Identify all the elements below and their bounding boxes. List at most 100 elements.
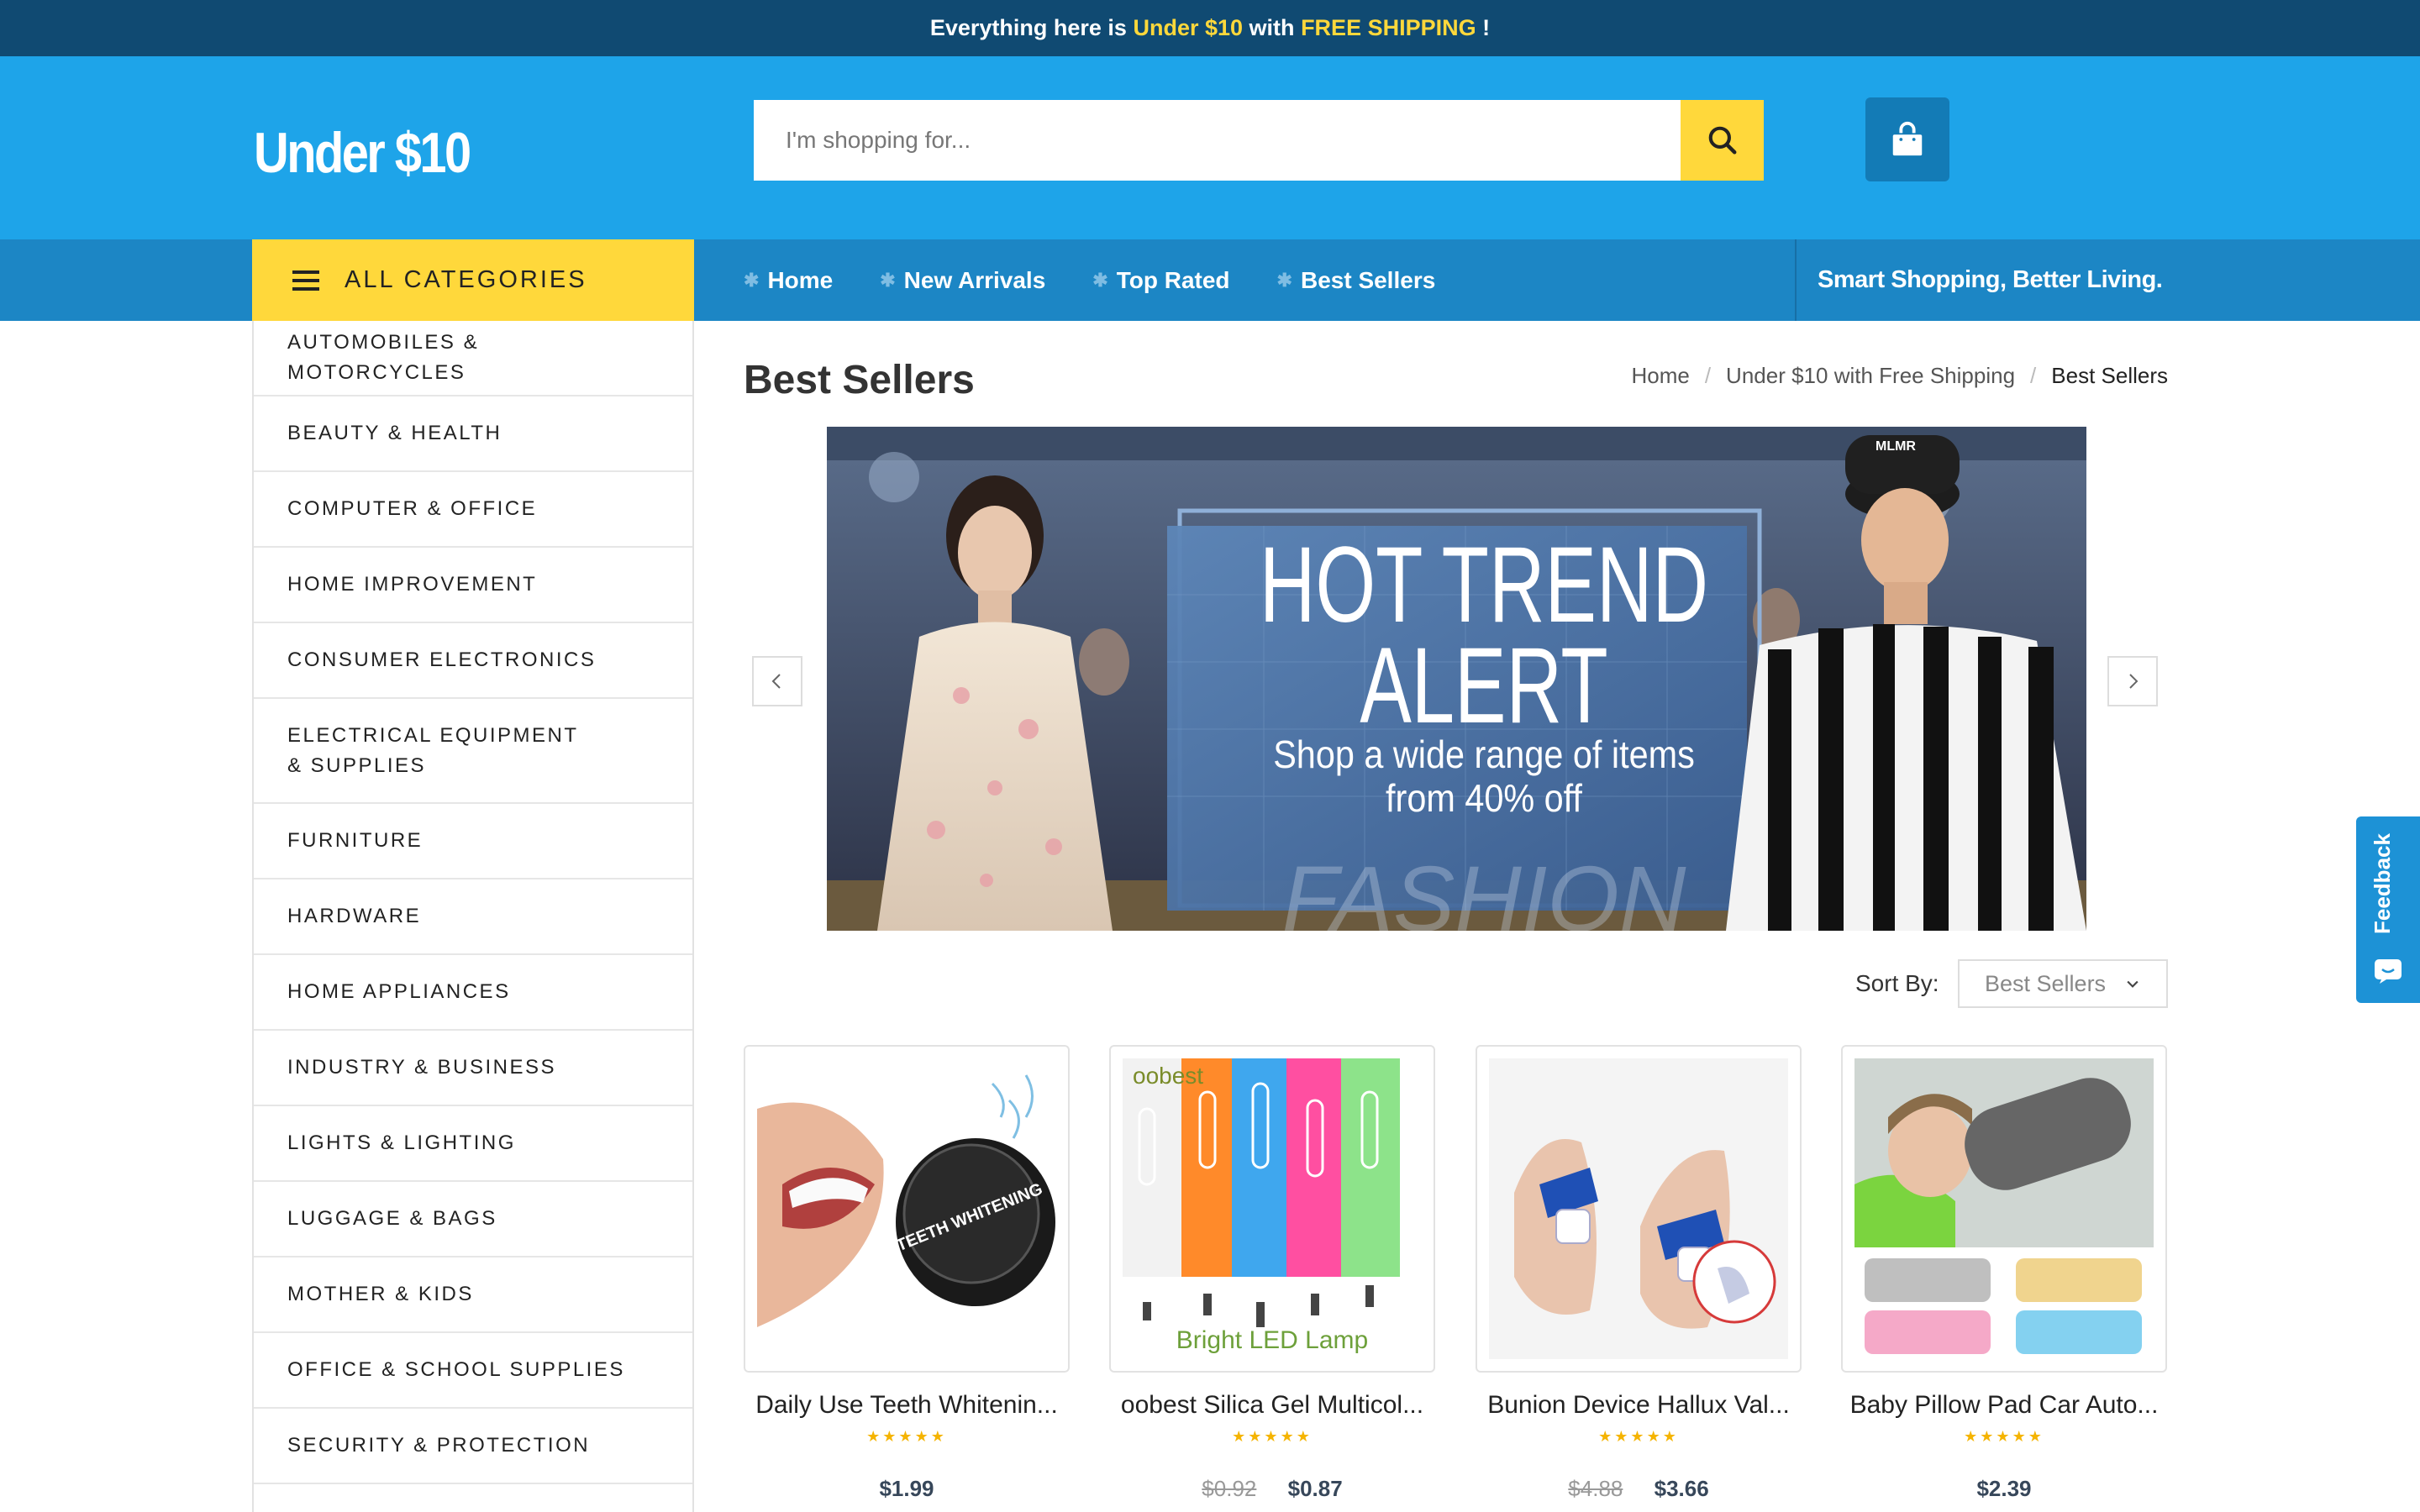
nav-link-new-arrivals[interactable]: ✱ New Arrivals xyxy=(880,267,1045,294)
search-button[interactable] xyxy=(1681,100,1764,181)
menu-icon xyxy=(292,270,319,291)
product-price-block: $2.39 xyxy=(1841,1476,2167,1502)
feedback-tab[interactable]: Feedback xyxy=(2356,816,2420,1003)
product-old-price: $0.92 xyxy=(1202,1476,1257,1501)
category-item[interactable]: HOME APPLIANCES xyxy=(254,955,692,1031)
snowflake-icon: ✱ xyxy=(880,269,896,291)
promo-highlight-price: Under $10 xyxy=(1133,15,1244,40)
product-name[interactable]: oobest Silica Gel Multicol... xyxy=(1109,1391,1435,1420)
product-card[interactable]: TEETH WHITENING Daily Use Teeth Whitenin… xyxy=(744,1045,1070,1502)
product-card[interactable]: oobest Bright LED Lamp oobest Silica Gel… xyxy=(1109,1045,1435,1502)
product-brand-text: oobest xyxy=(1133,1063,1203,1089)
banner-subline-1: Shop a wide range of items xyxy=(1273,733,1695,777)
snowflake-icon: ✱ xyxy=(1276,269,1292,291)
banner-subline-2: from 40% off xyxy=(1386,777,1583,821)
hero-banner[interactable]: MLMR HOT TREND ALERT Shop a wide range o… xyxy=(827,427,2086,931)
category-item[interactable]: ELECTRICAL EQUIPMENT & SUPPLIES xyxy=(254,699,692,804)
bunion-device-image xyxy=(1489,1058,1788,1359)
promo-highlight-shipping: FREE SHIPPING xyxy=(1301,15,1476,40)
category-item[interactable]: HOME IMPROVEMENT xyxy=(254,548,692,623)
cart-button[interactable] xyxy=(1865,97,1949,181)
category-item[interactable]: COMPUTER & OFFICE xyxy=(254,472,692,548)
breadcrumb-separator: / xyxy=(2030,363,2037,388)
chevron-left-icon xyxy=(771,674,781,689)
product-old-price: $4.88 xyxy=(1568,1476,1623,1501)
all-categories-button[interactable]: ALL CATEGORIES xyxy=(252,239,694,321)
category-item[interactable]: LIGHTS & LIGHTING xyxy=(254,1106,692,1182)
snowflake-icon: ✱ xyxy=(744,269,760,291)
product-name[interactable]: Baby Pillow Pad Car Auto... xyxy=(1841,1391,2167,1420)
sort-label: Sort By: xyxy=(1855,970,1939,996)
nav-link-label: Best Sellers xyxy=(1300,266,1436,293)
site-tagline: Smart Shopping, Better Living. xyxy=(1818,266,2163,293)
banner-artwork: MLMR HOT TREND ALERT Shop a wide range o… xyxy=(827,427,2086,931)
product-price: $2.39 xyxy=(1976,1476,2032,1501)
category-sidebar: AUTOMOBILES & MOTORCYCLES BEAUTY & HEALT… xyxy=(252,321,694,1512)
all-categories-label: ALL CATEGORIES xyxy=(345,266,587,293)
nav-link-label: Home xyxy=(767,266,834,293)
product-price: $0.87 xyxy=(1287,1476,1343,1501)
category-label: ELECTRICAL EQUIPMENT & SUPPLIES xyxy=(287,723,579,777)
breadcrumb-home[interactable]: Home xyxy=(1631,363,1689,389)
search-icon xyxy=(1708,126,1736,155)
search-bar xyxy=(754,100,1764,181)
category-item[interactable]: LUGGAGE & BAGS xyxy=(254,1182,692,1257)
nav-links: ✱ Home ✱ New Arrivals ✱ Top Rated ✱ Best Sel… xyxy=(744,239,1482,321)
category-item[interactable]: CONSUMER ELECTRONICS xyxy=(254,623,692,699)
led-lamp-image: oobest Bright LED Lamp xyxy=(1123,1058,1422,1359)
category-item[interactable]: SECURITY & PROTECTION xyxy=(254,1409,692,1484)
category-item[interactable]: INDUSTRY & BUSINESS xyxy=(254,1031,692,1106)
product-price: $1.99 xyxy=(879,1476,934,1501)
category-item[interactable]: FURNITURE xyxy=(254,804,692,879)
product-image[interactable] xyxy=(1841,1045,2167,1373)
category-item[interactable]: MOTHER & KIDS xyxy=(254,1257,692,1333)
nav-link-best-sellers[interactable]: ✱ Best Sellers xyxy=(1277,267,1436,294)
category-item[interactable]: HARDWARE xyxy=(254,879,692,955)
product-card[interactable]: Baby Pillow Pad Car Auto... ★★★★★ $2.39 xyxy=(1841,1045,2167,1502)
nav-link-top-rated[interactable]: ✱ Top Rated xyxy=(1092,267,1229,294)
product-image[interactable] xyxy=(1476,1045,1802,1373)
sort-select[interactable]: Best Sellers xyxy=(1958,959,2168,1008)
feedback-label: Feedback xyxy=(2370,833,2395,934)
site-logo[interactable]: Under $10 xyxy=(254,120,471,186)
product-card[interactable]: Bunion Device Hallux Val... ★★★★★ $4.88 … xyxy=(1476,1045,1802,1502)
search-input[interactable] xyxy=(754,100,1681,181)
teeth-whitening-image: TEETH WHITENING xyxy=(757,1058,1056,1359)
product-image-text: Bright LED Lamp xyxy=(1176,1326,1368,1354)
product-name[interactable]: Daily Use Teeth Whitenin... xyxy=(744,1391,1070,1420)
category-item[interactable]: AUTOMOBILES & MOTORCYCLES xyxy=(254,321,692,396)
chat-icon xyxy=(2375,959,2402,984)
nav-divider xyxy=(1795,239,1797,321)
product-price-block: $0.92 $0.87 xyxy=(1109,1476,1435,1502)
chevron-down-icon xyxy=(2127,980,2139,988)
site-header: Under $10 xyxy=(0,56,2420,239)
star-rating-icon: ★★★★★ xyxy=(1598,1428,1679,1445)
nav-link-home[interactable]: ✱ Home xyxy=(744,267,833,294)
product-price-block: $1.99 xyxy=(744,1476,1070,1502)
nav-link-label: New Arrivals xyxy=(903,266,1046,293)
baby-pillow-image xyxy=(1854,1058,2154,1359)
page-title: Best Sellers xyxy=(744,358,975,402)
banner-background-word: FASHION xyxy=(1282,848,1686,931)
category-item[interactable]: OFFICE & SCHOOL SUPPLIES xyxy=(254,1333,692,1409)
promo-text-mid: with xyxy=(1249,15,1295,40)
banner-prev-button[interactable] xyxy=(752,656,802,706)
promo-bar: Everything here is Under $10 with FREE S… xyxy=(0,0,2420,56)
nav-link-label: Top Rated xyxy=(1116,266,1230,293)
breadcrumb: Home / Under $10 with Free Shipping / Be… xyxy=(1631,363,2168,389)
sort-selected-value: Best Sellers xyxy=(1985,970,2107,996)
product-image[interactable]: oobest Bright LED Lamp xyxy=(1109,1045,1435,1373)
banner-cap-text: MLMR xyxy=(1876,439,1916,454)
product-image[interactable]: TEETH WHITENING xyxy=(744,1045,1070,1373)
main-nav: ALL CATEGORIES ✱ Home ✱ New Arrivals ✱ Top … xyxy=(0,239,2420,321)
breadcrumb-separator: / xyxy=(1704,363,1712,388)
star-rating-icon: ★★★★★ xyxy=(1232,1428,1313,1445)
category-item[interactable]: BEAUTY & HEALTH xyxy=(254,396,692,472)
breadcrumb-collection[interactable]: Under $10 with Free Shipping xyxy=(1726,363,2015,389)
chevron-right-icon xyxy=(2129,674,2139,689)
product-price-block: $4.88 $3.66 xyxy=(1476,1476,1802,1502)
star-rating-icon: ★★★★★ xyxy=(866,1428,947,1445)
star-rating-icon: ★★★★★ xyxy=(1964,1428,2044,1445)
product-name[interactable]: Bunion Device Hallux Val... xyxy=(1476,1391,1802,1420)
banner-next-button[interactable] xyxy=(2107,656,2158,706)
